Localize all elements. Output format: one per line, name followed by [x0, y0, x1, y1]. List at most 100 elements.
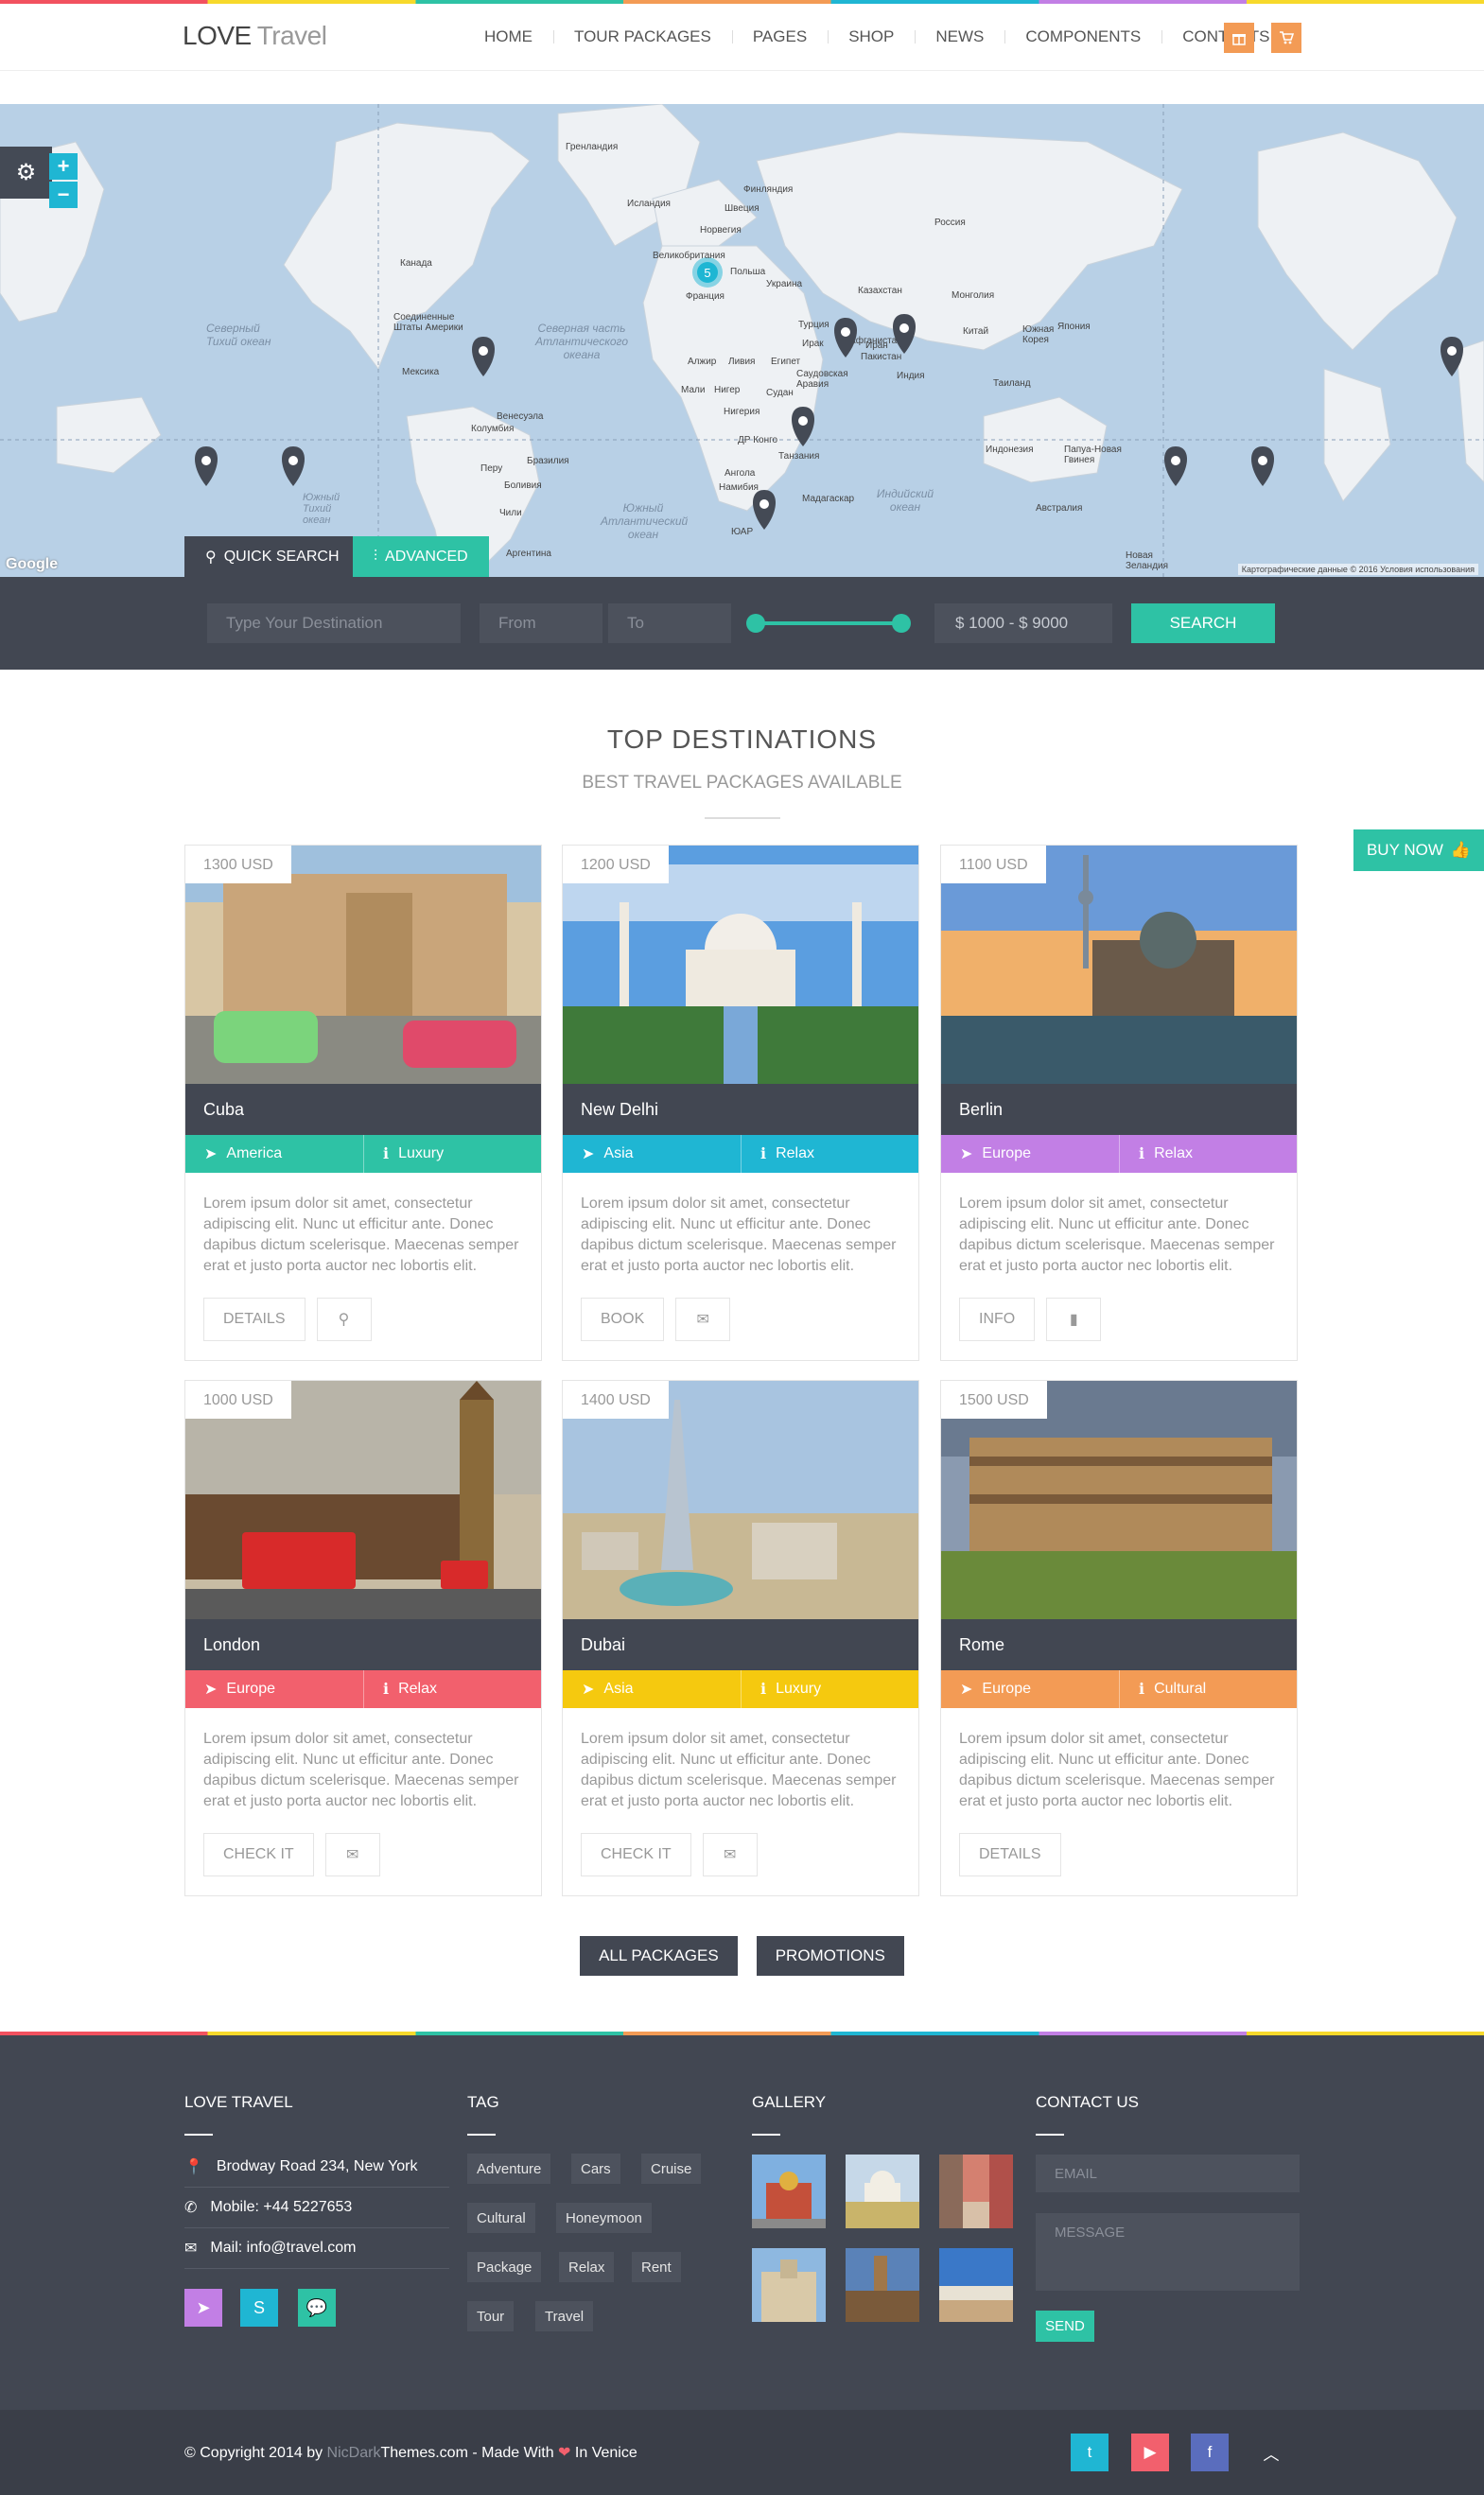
map-pin-icon[interactable] — [472, 337, 495, 376]
category-tag[interactable]: ℹ Luxury — [363, 1135, 541, 1173]
destination-name[interactable]: Rome — [941, 1619, 1297, 1670]
envelope-icon[interactable]: ✉ — [702, 1833, 758, 1876]
nav-home[interactable]: HOME — [463, 27, 553, 46]
destination-description: Lorem ipsum dolor sit amet, consectetur … — [581, 1195, 897, 1274]
destination-name[interactable]: Dubai — [563, 1619, 918, 1670]
card-action-button[interactable]: CHECK IT — [581, 1833, 691, 1876]
envelope-icon[interactable]: ✉ — [324, 1833, 380, 1876]
tab-advanced[interactable]: ⫶ ADVANCED — [353, 536, 489, 577]
all-packages-button[interactable]: ALL PACKAGES — [580, 1936, 738, 1976]
tag-link[interactable]: Travel — [535, 2301, 594, 2331]
region-tag[interactable]: ➤ Europe — [185, 1670, 363, 1708]
tag-link[interactable]: Cultural — [467, 2203, 535, 2233]
gallery-thumb[interactable] — [939, 2155, 1013, 2228]
settings-gear-icon[interactable]: ⚙ — [0, 147, 52, 199]
map-pin-icon[interactable] — [1440, 337, 1463, 376]
tag-link[interactable]: Adventure — [467, 2154, 551, 2184]
zoom-in-button[interactable]: + — [49, 153, 78, 180]
category-tag[interactable]: ℹ Relax — [363, 1670, 541, 1708]
info-icon: ℹ — [760, 1682, 767, 1698]
destination-name[interactable]: Cuba — [185, 1084, 541, 1135]
nav-tour-packages[interactable]: TOUR PACKAGES — [553, 27, 732, 46]
tag-link[interactable]: Relax — [559, 2252, 615, 2282]
region-tag[interactable]: ➤ Asia — [563, 1135, 741, 1173]
category-tag[interactable]: ℹ Luxury — [741, 1670, 918, 1708]
card-action-button[interactable]: DETAILS — [959, 1833, 1061, 1876]
destination-name[interactable]: New Delhi — [563, 1084, 918, 1135]
destination-card[interactable]: 1400 USD Dubai ➤ Asia ℹ Luxury Lorem ipsum dol… — [562, 1380, 919, 1896]
buy-now-button[interactable]: BUY NOW 👍 — [1353, 829, 1484, 871]
telegram-icon[interactable]: ➤ — [184, 2289, 222, 2327]
message-field[interactable]: MESSAGE — [1036, 2213, 1300, 2291]
logo[interactable]: LOVE Travel — [183, 21, 327, 51]
region-tag[interactable]: ➤ Asia — [563, 1670, 741, 1708]
destination-input[interactable]: Type Your Destination — [207, 603, 461, 643]
category-tag[interactable]: ℹ Relax — [1119, 1135, 1297, 1173]
map-pin-icon[interactable] — [1164, 446, 1187, 486]
destination-card[interactable]: 1000 USD London ➤ Europe ℹ Relax Lorem ipsum d… — [184, 1380, 542, 1896]
destination-card[interactable]: 1200 USD New Delhi ➤ Asia ℹ Relax Lorem ipsum … — [562, 845, 919, 1361]
map-copyright[interactable]: Картографические данные © 2016 Условия и… — [1237, 564, 1478, 575]
chat-icon[interactable]: 💬 — [298, 2289, 336, 2327]
map-pin-icon[interactable] — [282, 446, 305, 486]
film-icon[interactable]: ▮ — [1046, 1298, 1102, 1341]
destination-card[interactable]: 1500 USD Rome ➤ Europe ℹ Cultural Lorem ipsum … — [940, 1380, 1298, 1896]
destination-card[interactable]: 1100 USD Berlin ➤ Europe ℹ Relax Lorem ipsum d… — [940, 845, 1298, 1361]
nicdark-link[interactable]: NicDark — [327, 2445, 381, 2461]
tag-link[interactable]: Cruise — [641, 2154, 702, 2184]
email-field[interactable]: EMAIL — [1036, 2155, 1300, 2192]
map-pin-icon[interactable] — [893, 314, 916, 354]
tag-link[interactable]: Cars — [571, 2154, 620, 2184]
nav-shop[interactable]: SHOP — [828, 27, 915, 46]
region-tag[interactable]: ➤ Europe — [941, 1670, 1119, 1708]
twitter-icon[interactable]: t — [1071, 2434, 1109, 2471]
map-pin-icon[interactable] — [1251, 446, 1274, 486]
range-max-handle[interactable] — [892, 614, 911, 633]
tag-link[interactable]: Tour — [467, 2301, 515, 2331]
destination-name[interactable]: London — [185, 1619, 541, 1670]
map-marker-icon[interactable]: ⚲ — [316, 1298, 372, 1341]
to-date-input[interactable]: To — [608, 603, 731, 643]
region-tag[interactable]: ➤ Europe — [941, 1135, 1119, 1173]
map-pin-icon[interactable] — [834, 318, 857, 358]
send-button[interactable]: SEND — [1036, 2311, 1094, 2342]
gallery-thumb[interactable] — [846, 2155, 919, 2228]
cart-icon[interactable] — [1271, 23, 1301, 53]
gallery-thumb[interactable] — [846, 2248, 919, 2322]
promotions-button[interactable]: PROMOTIONS — [756, 1936, 904, 1976]
facebook-icon[interactable]: f — [1191, 2434, 1229, 2471]
envelope-icon[interactable]: ✉ — [675, 1298, 731, 1341]
price-range-slider[interactable] — [746, 614, 911, 633]
nav-pages[interactable]: PAGES — [731, 27, 828, 46]
card-action-button[interactable]: DETAILS — [203, 1298, 306, 1341]
youtube-icon[interactable]: ▶ — [1131, 2434, 1169, 2471]
card-action-button[interactable]: INFO — [959, 1298, 1036, 1341]
skype-icon[interactable]: S — [240, 2289, 278, 2327]
card-action-button[interactable]: CHECK IT — [203, 1833, 314, 1876]
category-tag[interactable]: ℹ Relax — [741, 1135, 918, 1173]
gallery-thumb[interactable] — [752, 2248, 826, 2322]
search-button[interactable]: SEARCH — [1131, 603, 1275, 643]
category-tag[interactable]: ℹ Cultural — [1119, 1670, 1297, 1708]
nav-news[interactable]: NEWS — [915, 27, 1004, 46]
map-pin-icon[interactable] — [195, 446, 218, 486]
range-min-handle[interactable] — [746, 614, 765, 633]
nav-components[interactable]: COMPONENTS — [1004, 27, 1161, 46]
region-tag[interactable]: ➤ America — [185, 1135, 363, 1173]
gallery-thumb[interactable] — [939, 2248, 1013, 2322]
tag-link[interactable]: Rent — [632, 2252, 681, 2282]
zoom-out-button[interactable]: − — [49, 182, 78, 208]
tag-link[interactable]: Honeymoon — [556, 2203, 652, 2233]
gallery-thumb[interactable] — [752, 2155, 826, 2228]
card-action-button[interactable]: BOOK — [581, 1298, 665, 1341]
map-pin-icon[interactable] — [792, 407, 814, 446]
from-date-input[interactable]: From — [480, 603, 602, 643]
gift-icon[interactable] — [1224, 23, 1254, 53]
tab-quick-search[interactable]: ⚲ QUICK SEARCH — [184, 536, 360, 577]
destination-name[interactable]: Berlin — [941, 1084, 1297, 1135]
map-pin-icon[interactable] — [753, 490, 776, 530]
world-map[interactable]: 5 Гренландия Исландия Швеция Финляндия Н… — [0, 104, 1484, 577]
back-to-top-icon[interactable]: ︿ — [1252, 2434, 1290, 2471]
tag-link[interactable]: Package — [467, 2252, 542, 2282]
destination-card[interactable]: 1300 USD Cuba ➤ America ℹ Luxury Lorem ipsum d… — [184, 845, 542, 1361]
